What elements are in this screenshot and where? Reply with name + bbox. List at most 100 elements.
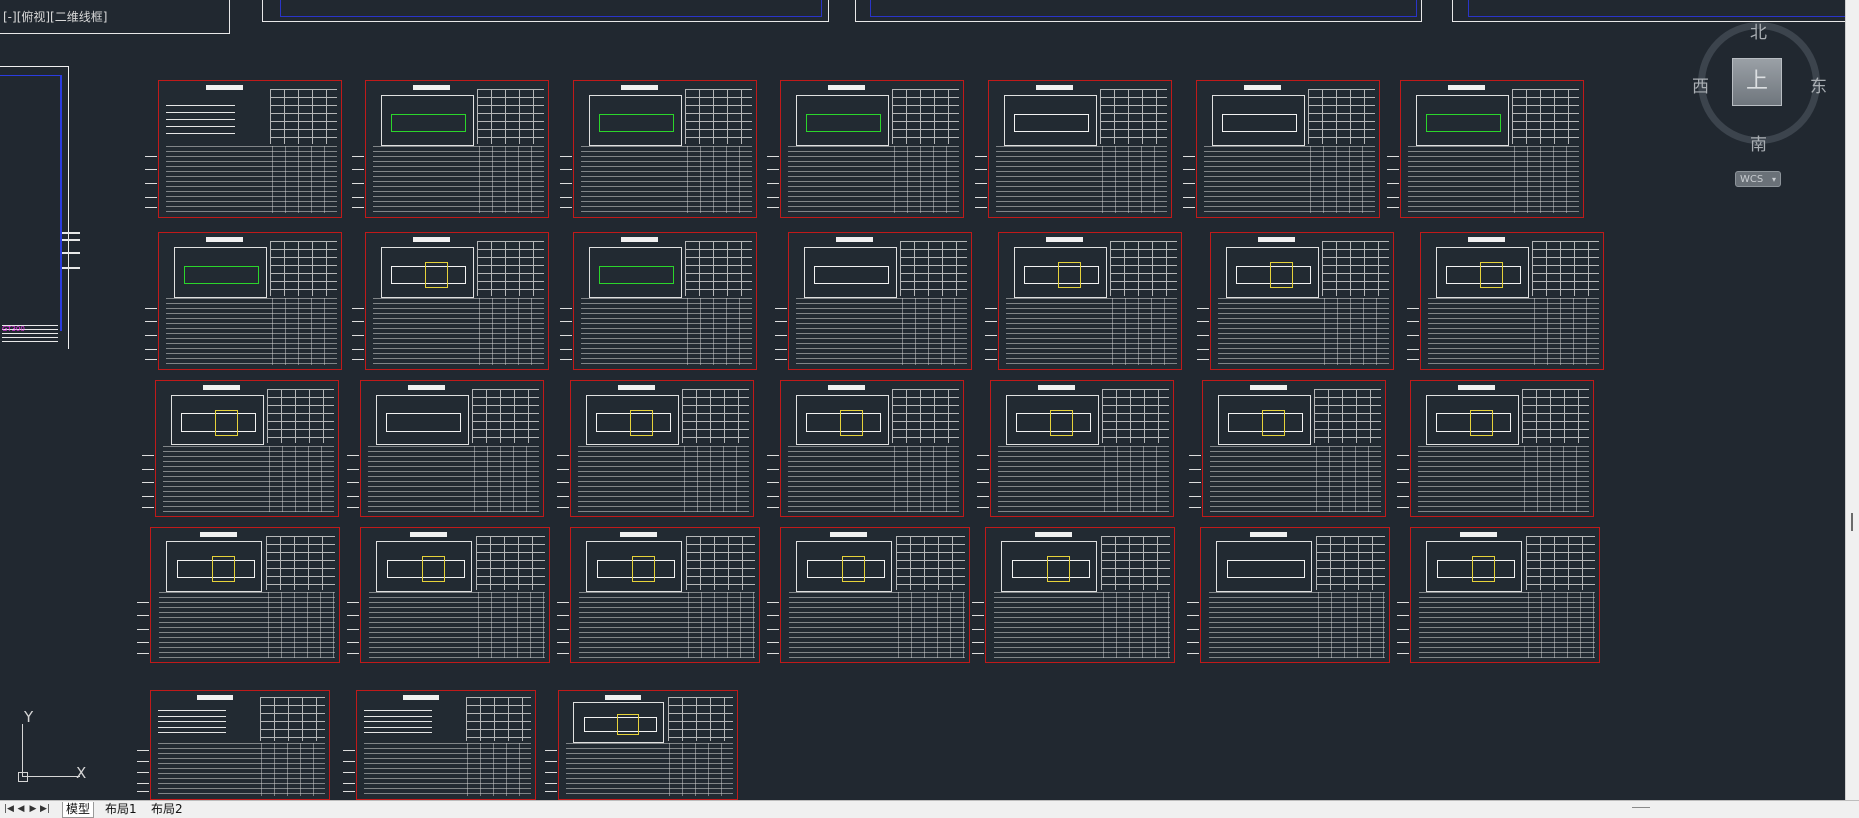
sheet-title-bar <box>1038 385 1075 390</box>
drawing-sheet[interactable] <box>560 80 757 218</box>
drawing-sheet[interactable] <box>775 232 972 370</box>
drawing-sheet[interactable] <box>1187 527 1390 663</box>
top-title-frame-4-inner <box>1468 0 1845 17</box>
drawing-sheet[interactable] <box>352 232 549 370</box>
drawing-sheet[interactable] <box>347 380 544 517</box>
drawing-sheet[interactable] <box>1189 380 1386 517</box>
drawing-sheet[interactable] <box>137 690 330 800</box>
sheet-title-bar <box>413 237 450 242</box>
sheet-margin-mark <box>972 652 984 654</box>
drawing-sheet[interactable] <box>145 80 342 218</box>
drawing-sheet[interactable] <box>767 80 964 218</box>
sheet-margin-mark <box>977 495 989 497</box>
compass-south[interactable]: 南 <box>1750 130 1767 155</box>
compass-east[interactable]: 东 <box>1810 72 1827 97</box>
part-highlight <box>1270 261 1293 289</box>
sheet-margin-mark <box>1187 615 1199 617</box>
sheet-margin-mark <box>767 652 779 654</box>
part-drawing <box>184 265 260 284</box>
vertical-scrollbar[interactable] <box>1845 0 1859 800</box>
sheet-title-bar <box>1458 385 1495 390</box>
drawing-sheet[interactable] <box>985 232 1182 370</box>
sheet-text-line <box>364 715 432 717</box>
next-tab-icon[interactable]: ▶ <box>28 803 38 815</box>
drawing-sheet[interactable] <box>1397 380 1594 517</box>
drawing-sheet[interactable] <box>1407 232 1604 370</box>
sheet-process-columns <box>687 592 756 658</box>
sheet-margin-mark <box>972 601 984 603</box>
model-space-canvas[interactable]: [-][俯视][二维线框] GT300 上 北 南 东 西 WCS ▾ Y X <box>0 0 1845 800</box>
sheet-margin-mark <box>1183 155 1195 157</box>
first-tab-icon[interactable]: |◀ <box>4 803 14 815</box>
viewcube-face-top[interactable]: 上 <box>1732 58 1782 106</box>
sheet-title-bar <box>1244 85 1281 90</box>
compass-north[interactable]: 北 <box>1750 18 1767 43</box>
sheet-text-line <box>166 119 236 121</box>
sheet-title-bar <box>828 85 865 90</box>
tab-layout1[interactable]: 布局1 <box>102 802 140 817</box>
sheet-parameter-table <box>900 241 968 296</box>
prev-tab-icon[interactable]: ◀ <box>16 803 26 815</box>
drawing-sheet[interactable] <box>557 380 754 517</box>
drawing-sheet[interactable] <box>560 232 757 370</box>
sheet-margin-mark <box>985 307 997 309</box>
drawing-sheet[interactable] <box>1387 80 1584 218</box>
drawing-sheet[interactable] <box>352 80 549 218</box>
sheet-margin-mark <box>137 782 149 784</box>
sheet-text-line <box>166 132 236 134</box>
sheet-margin-mark <box>560 359 572 361</box>
sheet-text-line <box>158 715 226 717</box>
sheet-margin-mark <box>145 307 157 309</box>
top-title-frame-2-inner <box>280 0 822 17</box>
sheet-title-bar <box>206 237 243 242</box>
sheet-margin-mark <box>1189 482 1201 484</box>
drawing-sheet[interactable] <box>347 527 550 663</box>
drawing-sheet[interactable] <box>1397 527 1600 663</box>
drawing-sheet[interactable] <box>1197 232 1394 370</box>
sheet-process-columns <box>1309 146 1376 213</box>
drawing-sheet[interactable] <box>767 380 964 517</box>
sheet-process-columns <box>893 445 960 512</box>
drawing-sheet[interactable] <box>1183 80 1380 218</box>
sheet-margin-mark <box>775 359 787 361</box>
viewcube[interactable]: 上 北 南 东 西 <box>1692 22 1827 155</box>
drawing-sheet[interactable] <box>975 80 1172 218</box>
sheet-title-bar <box>618 385 655 390</box>
sheet-process-columns <box>1111 298 1178 365</box>
sheet-process-columns <box>1103 445 1170 512</box>
sheet-process-columns <box>478 298 545 365</box>
part-highlight <box>632 556 656 583</box>
drawing-sheet[interactable] <box>137 527 340 663</box>
drawing-sheet[interactable] <box>142 380 339 517</box>
sheet-margin-mark <box>352 335 364 336</box>
part-drawing <box>599 265 675 284</box>
sheet-margin-mark <box>560 183 572 184</box>
part-drawing <box>1426 113 1502 132</box>
last-tab-icon[interactable]: ▶| <box>40 803 50 815</box>
sheet-title-bar <box>408 385 445 390</box>
drawing-sheet[interactable] <box>972 527 1175 663</box>
drawing-sheet[interactable] <box>545 690 738 800</box>
sheet-margin-mark <box>775 348 787 350</box>
sheet-margin-mark <box>977 455 989 457</box>
scrollbar-thumb[interactable] <box>1851 513 1853 531</box>
tab-layout2[interactable]: 布局2 <box>148 802 186 817</box>
drawing-sheet[interactable] <box>977 380 1174 517</box>
drawing-sheet[interactable] <box>767 527 970 663</box>
drawing-sheet[interactable] <box>557 527 760 663</box>
drawing-sheet[interactable] <box>343 690 536 800</box>
ucs-x-label: X <box>76 764 87 782</box>
horizontal-scroll-grip[interactable] <box>1632 807 1650 808</box>
sheet-margin-mark <box>352 348 364 350</box>
sheet-process-columns <box>893 146 960 213</box>
sheet-parameter-table <box>1512 89 1580 144</box>
sheet-margin-mark <box>137 628 149 630</box>
wcs-dropdown[interactable]: WCS ▾ <box>1735 171 1781 187</box>
compass-west[interactable]: 西 <box>1692 72 1709 97</box>
sheet-margin-mark <box>975 196 987 198</box>
sheet-margin-mark <box>137 641 149 643</box>
tab-model[interactable]: 模型 <box>62 802 95 818</box>
sheet-process-columns <box>683 445 750 512</box>
sheet-margin-mark <box>1397 601 1409 603</box>
drawing-sheet[interactable] <box>145 232 342 370</box>
